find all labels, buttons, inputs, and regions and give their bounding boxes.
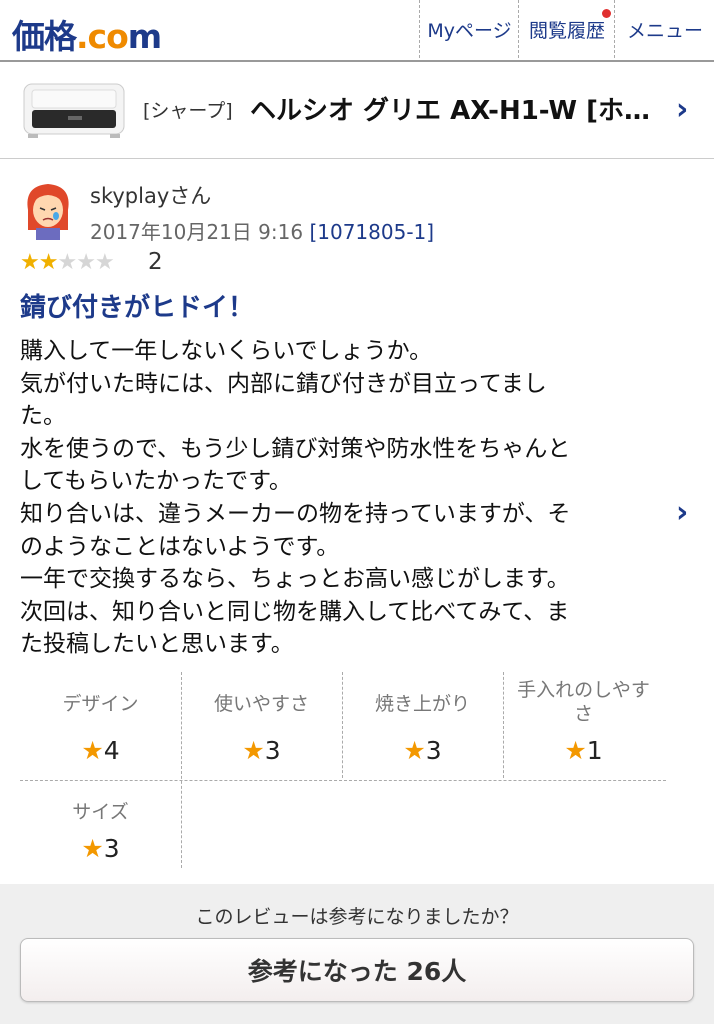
- review-meta: 2017年10月21日 9:16 [1071805-1]: [90, 216, 434, 245]
- nav-history[interactable]: 閲覧履歴: [518, 0, 615, 58]
- helpful-section: このレビューは参考になりましたか？ 参考になった 26人: [0, 884, 714, 1024]
- chevron-right-icon[interactable]: ›: [676, 495, 688, 530]
- review-line: 一年で交換するなら、ちょっとお高い感じがします。: [20, 566, 570, 593]
- nav-menu[interactable]: メニュー: [614, 0, 714, 58]
- review-line: た投稿したいと思います。: [20, 631, 294, 658]
- notification-dot-icon: [602, 9, 611, 18]
- review-line: 次回は、知り合いと同じ物を購入して比べてみて、ま: [20, 598, 570, 625]
- review-line: 知り合いは、違うメーカーの物を持っていますが、そ: [20, 500, 571, 527]
- review-line: た。: [20, 403, 66, 430]
- rating-label: サイズ: [72, 801, 129, 823]
- review-line: 購入して一年しないくらいでしょうか。: [20, 338, 433, 364]
- rating-label: 使いやすさ: [213, 693, 309, 715]
- rating-stars: ★★★★★: [20, 250, 115, 275]
- star-icon: ★: [81, 736, 104, 765]
- star-icon: ★: [81, 834, 104, 863]
- reviewer-name[interactable]: skyplayさん: [90, 180, 211, 210]
- rating-label: 焼き上がり: [374, 693, 470, 715]
- star-empty-icon: ★: [57, 250, 77, 275]
- star-filled-icon: ★: [20, 250, 40, 275]
- rating-value: ★3: [242, 736, 281, 765]
- star-filled-icon: ★: [38, 250, 59, 275]
- star-icon: ★: [564, 736, 587, 765]
- star-empty-icon: ★: [76, 250, 96, 275]
- review-line: 水を使うので、もう少し錆び対策や防水性をちゃんと: [20, 435, 571, 462]
- rating-value: ★3: [81, 834, 120, 863]
- product-name: ヘルシオ グリエ AX-H1-W [ホ…: [250, 96, 651, 126]
- chevron-right-icon: ›: [676, 92, 689, 127]
- user-avatar: [27, 184, 69, 240]
- review-title: 錆び付きがヒドイ！: [20, 293, 255, 323]
- nav-my-page[interactable]: Myページ: [419, 0, 519, 58]
- review-id-link[interactable]: [1071805-1]: [309, 220, 434, 244]
- review-line: 気が付いた時には、内部に錆び付きが目立ってまし: [20, 370, 547, 397]
- product-link-row[interactable]: [シャープ] ヘルシオ グリエ AX-H1-W [ホ… ›: [0, 62, 714, 159]
- product-image: [23, 83, 125, 138]
- rating-cell-design: デザイン ★4: [20, 670, 181, 780]
- rating-cell-maintenance: 手入れのしやすさ ★1: [503, 670, 664, 780]
- site-logo[interactable]: 価格.com: [12, 10, 162, 58]
- star-empty-icon: ★: [94, 250, 115, 275]
- divider: [181, 672, 182, 868]
- product-maker: [シャープ]: [143, 100, 233, 122]
- review-line: のようなことはないようです。: [20, 533, 340, 560]
- divider: [503, 672, 504, 778]
- rating-value: ★1: [564, 736, 603, 765]
- divider: [20, 780, 666, 781]
- rating-label: 手入れのしやすさ: [517, 679, 650, 725]
- star-icon: ★: [403, 736, 426, 765]
- rating-number: 2: [148, 249, 163, 275]
- helpful-button[interactable]: 参考になった 26人: [20, 938, 694, 1002]
- divider: [342, 672, 343, 778]
- star-icon: ★: [242, 736, 265, 765]
- review-date: 2017年10月21日 9:16: [90, 220, 304, 244]
- rating-value: ★3: [403, 736, 442, 765]
- site-header: 価格.com Myページ 閲覧履歴 メニュー: [0, 0, 714, 62]
- rating-cell-usability: 使いやすさ ★3: [181, 670, 342, 780]
- rating-value: ★4: [81, 736, 120, 765]
- helpful-question: このレビューは参考になりましたか？: [195, 906, 519, 928]
- rating-label: デザイン: [62, 693, 139, 715]
- rating-cell-baking: 焼き上がり ★3: [342, 670, 503, 780]
- review-body[interactable]: 購入して一年しないくらいでしょうか。 気が付いた時には、内部に錆び付きが目立って…: [20, 335, 670, 661]
- rating-cell-size: サイズ ★3: [20, 780, 181, 870]
- review-line: してもらいたかったです。: [20, 468, 292, 495]
